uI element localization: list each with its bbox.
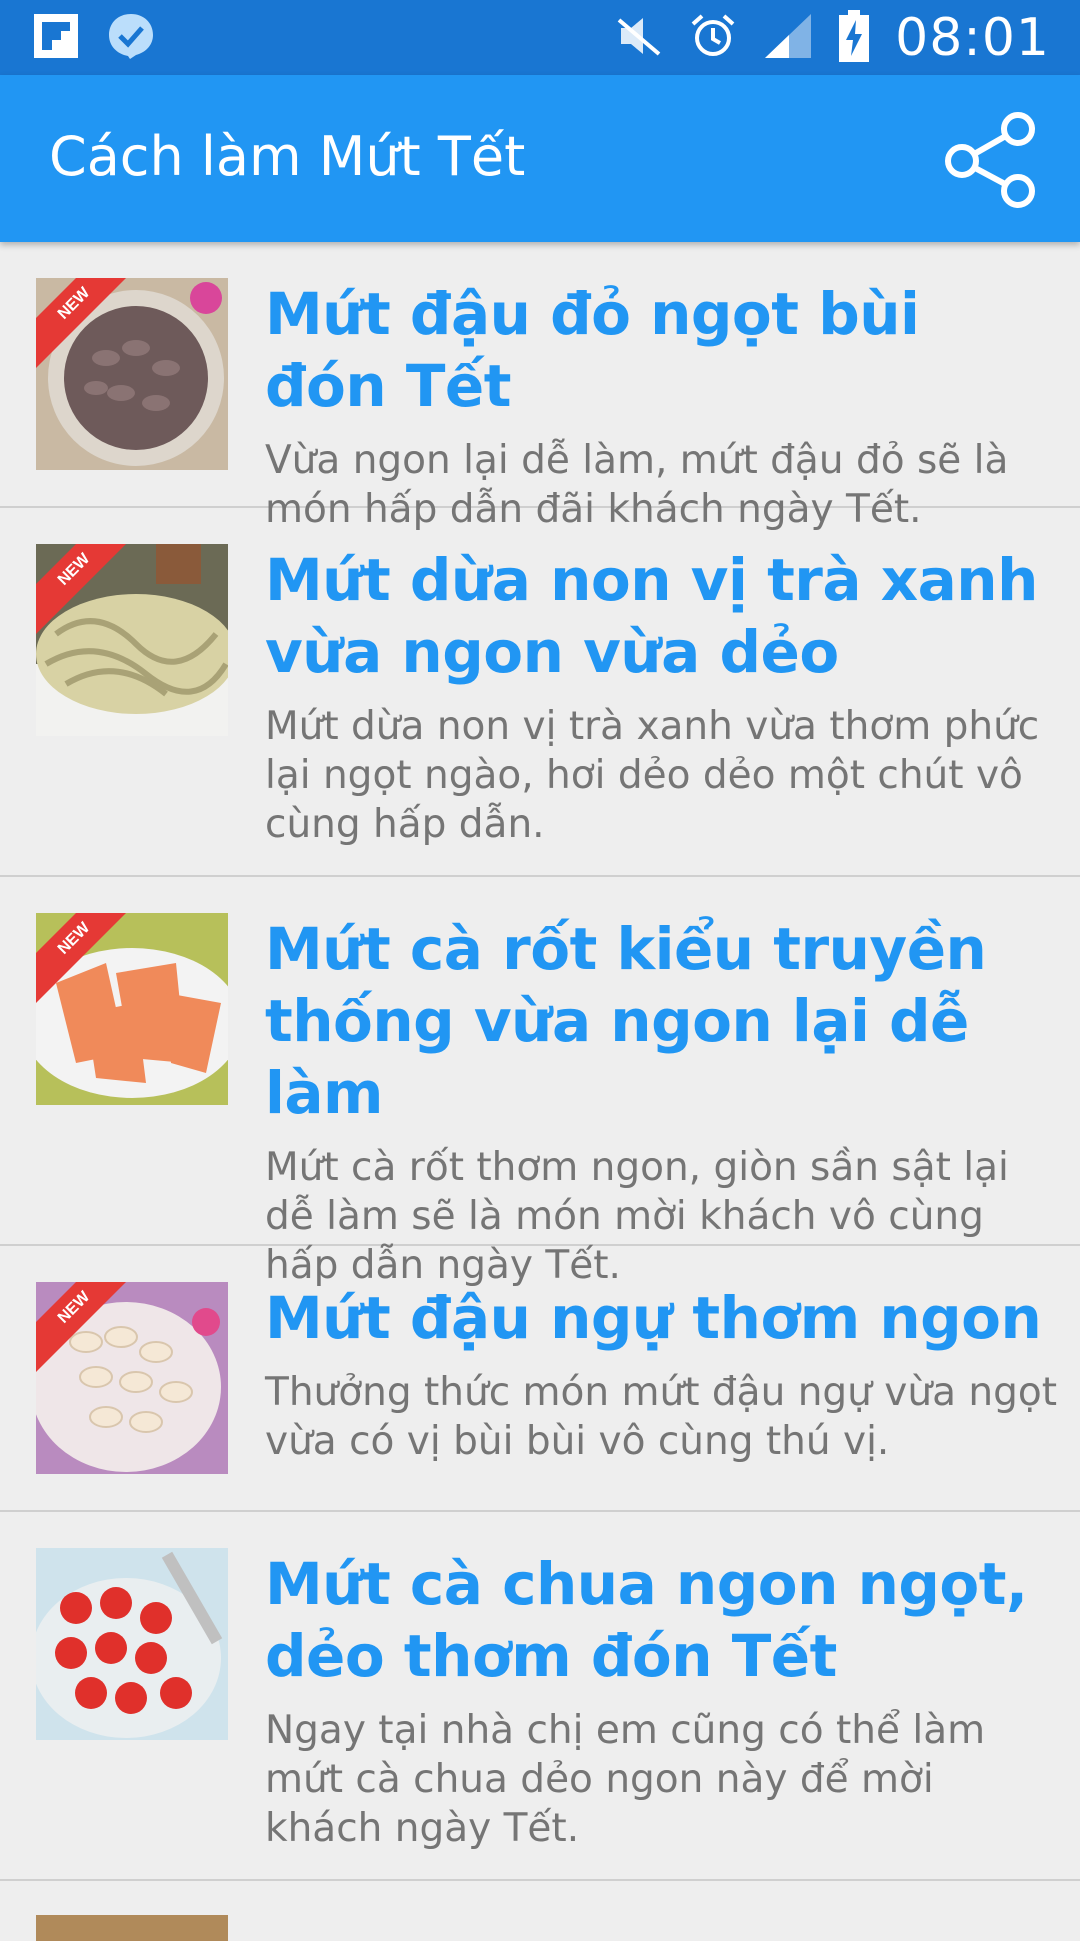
recipe-thumbnail xyxy=(36,1915,228,1941)
app-title: Cách làm Mứt Tết xyxy=(49,125,526,188)
recipe-thumbnail: NEW xyxy=(36,1282,228,1474)
list-item[interactable]: Mứt cà chua ngon ngọt, dẻo thơm đón Tết … xyxy=(0,1512,1080,1881)
mute-icon xyxy=(615,14,663,63)
alarm-icon xyxy=(689,12,737,65)
list-item[interactable]: NEW Mứt đậu đỏ ngọt bùi đón Tết Vừa ngon… xyxy=(0,242,1080,532)
recipe-thumbnail: NEW xyxy=(36,544,228,736)
status-time: 08:01 xyxy=(895,8,1050,68)
share-button[interactable] xyxy=(940,111,1040,211)
recipe-title: Mứt đậu ngự thơm ngon xyxy=(265,1284,1042,1352)
recipe-title: Mứt cà chua ngon ngọt, dẻo thơm đón Tết xyxy=(265,1550,1028,1690)
recipe-description: Ngay tại nhà chị em cũng có thể làm mứt … xyxy=(265,1708,986,1851)
list-item[interactable]: NEW Mứt cà rốt kiểu truyền thống vừa ngo… xyxy=(0,877,1080,1288)
signal-icon xyxy=(763,12,813,65)
list-item[interactable]: NEW Mứt đậu ngự thơm ngon Thưởng thức mó… xyxy=(0,1246,1080,1512)
recipe-title: Mứt dừa non vị trà xanh vừa ngon vừa dẻo xyxy=(265,546,1038,686)
recipe-thumbnail xyxy=(36,1548,228,1740)
status-right-icons: 08:01 xyxy=(615,8,1050,68)
flipboard-icon xyxy=(34,13,78,63)
recipe-title: Mứt đậu đỏ ngọt bùi đón Tết xyxy=(265,280,920,420)
status-bar: 08:01 xyxy=(0,0,1080,75)
recipe-list: NEW Mứt đậu đỏ ngọt bùi đón Tết Vừa ngon… xyxy=(0,242,1080,1941)
list-item[interactable]: NEW Mứt dừa non vị trà xanh vừa ngon vừa… xyxy=(0,508,1080,877)
recipe-thumbnail: NEW xyxy=(36,278,228,470)
recipe-thumbnail: NEW xyxy=(36,913,228,1105)
status-left-icons xyxy=(34,12,156,65)
share-icon xyxy=(945,112,1035,208)
list-item[interactable] xyxy=(0,1881,1080,1941)
recipe-description: Thưởng thức món mứt đậu ngự vừa ngọt vừa… xyxy=(265,1370,1057,1464)
recipe-description: Mứt dừa non vị trà xanh vừa thơm phức lạ… xyxy=(265,704,1040,847)
messenger-check-icon xyxy=(106,12,156,65)
app-bar: Cách làm Mứt Tết xyxy=(0,75,1080,242)
battery-charging-icon xyxy=(839,9,870,67)
recipe-title: Mứt cà rốt kiểu truyền thống vừa ngon lạ… xyxy=(265,915,987,1127)
